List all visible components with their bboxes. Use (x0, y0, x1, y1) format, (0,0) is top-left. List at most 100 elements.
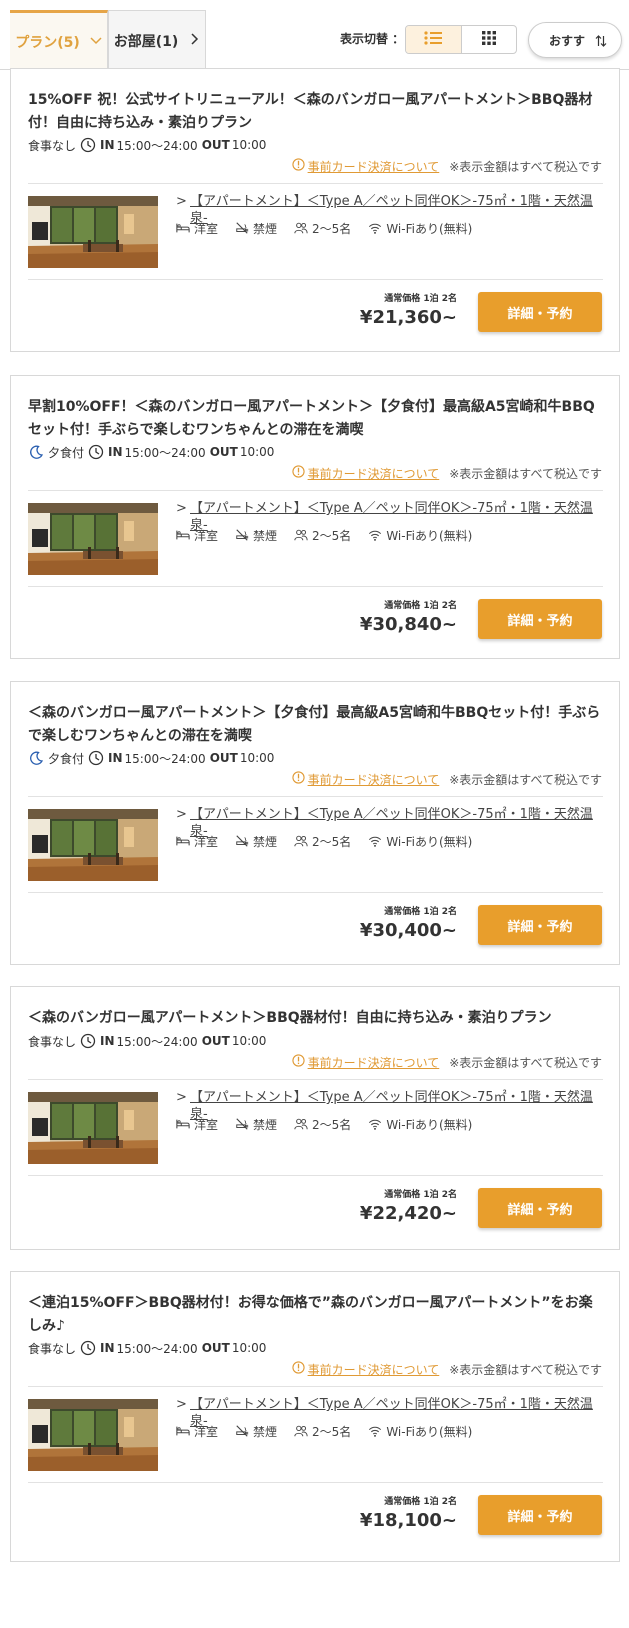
divider (28, 183, 603, 184)
smoking-policy: 禁煙 (253, 1424, 278, 1439)
moon-icon (28, 444, 44, 460)
room-thumbnail[interactable] (28, 1092, 158, 1164)
plan-meta: 食事なし IN 15:00～24:00 OUT 10:00 (28, 1031, 266, 1051)
no-smoking-icon (235, 528, 249, 542)
chevron-right-icon: > (176, 194, 187, 209)
plan-title[interactable]: 早割10%OFF！＜森のバンガロー風アパートメント＞【夕食付】最高級A5宮崎和牛… (28, 396, 603, 442)
wifi-info: Wi-Fiあり(無料) (386, 834, 473, 849)
plan-title[interactable]: ＜連泊15%OFF＞BBQ器材付！お得な価格で”森のバンガロー風アパートメント”… (28, 1292, 603, 1338)
room-features: 洋室 禁煙 2～5名 Wi-Fiあり(無料) (176, 1422, 472, 1440)
tax-note: ※表示金額はすべて税込です (449, 466, 602, 481)
meal-type: 食事なし (28, 1034, 77, 1049)
chevron-right-icon: > (176, 807, 187, 822)
chevron-right-icon: > (176, 1397, 187, 1412)
room-thumbnail[interactable] (28, 503, 158, 575)
wifi-icon (368, 221, 382, 235)
plan-title[interactable]: ＜森のバンガロー風アパートメント＞BBQ器材付！自由に持ち込み・素泊りプラン (28, 1007, 603, 1030)
grid-view-button[interactable] (460, 26, 516, 53)
price: ¥30,840~ (359, 614, 457, 635)
smoking-policy: 禁煙 (253, 1117, 278, 1132)
card-payment-link[interactable]: 事前カード決済について (308, 771, 440, 788)
moon-icon (28, 750, 44, 766)
checkout-label: OUT (209, 751, 238, 765)
card-payment-link[interactable]: 事前カード決済について (308, 158, 440, 175)
capacity: 2～5名 (312, 834, 352, 849)
tab-plans[interactable]: プラン(5) (10, 10, 108, 70)
checkin-label: IN (100, 138, 115, 152)
info-icon (291, 1361, 305, 1377)
wifi-info: Wi-Fiあり(無料) (386, 1424, 473, 1439)
plan-title[interactable]: 15%OFF 祝！公式サイトリニューアル！＜森のバンガロー風アパートメント＞BB… (28, 89, 603, 135)
book-button[interactable]: 詳細・予約 (478, 599, 602, 639)
checkout-label: OUT (201, 138, 230, 152)
room-thumbnail[interactable] (28, 196, 158, 268)
plan-meta: 食事なし IN 15:00～24:00 OUT 10:00 (28, 1338, 266, 1358)
view-switch-label: 表示切替 ： (340, 32, 405, 46)
room-features: 洋室 禁煙 2～5名 Wi-Fiあり(無料) (176, 1115, 472, 1133)
plan-title[interactable]: ＜森のバンガロー風アパートメント＞【夕食付】最高級A5宮崎和牛BBQセット付！手… (28, 702, 603, 748)
payment-notice: 事前カード決済について ※表示金額はすべて税込です (291, 770, 602, 788)
room-features: 洋室 禁煙 2～5名 Wi-Fiあり(無料) (176, 526, 472, 544)
book-button[interactable]: 詳細・予約 (478, 1495, 602, 1535)
room-thumbnail[interactable] (28, 1399, 158, 1471)
smoking-policy: 禁煙 (253, 221, 278, 236)
tax-note: ※表示金額はすべて税込です (449, 1362, 602, 1377)
people-icon (294, 1117, 308, 1131)
room-thumbnail[interactable] (28, 809, 158, 881)
checkout-time: 10:00 (239, 751, 275, 765)
no-smoking-icon (235, 1424, 249, 1438)
divider (28, 279, 603, 280)
price-label: 通常価格 1泊 2名 (384, 1497, 457, 1507)
room-features: 洋室 禁煙 2～5名 Wi-Fiあり(無料) (176, 219, 472, 237)
meal-type: 夕食付 (48, 445, 85, 460)
room-type: 洋室 (194, 528, 219, 543)
divider (28, 1175, 603, 1176)
tax-note: ※表示金額はすべて税込です (449, 772, 602, 787)
checkin-label: IN (108, 751, 123, 765)
info-icon (291, 158, 305, 174)
sort-button[interactable]: おすす (528, 22, 622, 58)
capacity: 2～5名 (312, 1424, 352, 1439)
checkin-time: 15:00～24:00 (124, 751, 206, 766)
checkin-label: IN (108, 445, 123, 459)
view-toggle (405, 25, 517, 54)
tab-plans-label: プラン(5) (15, 34, 80, 51)
room-features: 洋室 禁煙 2～5名 Wi-Fiあり(無料) (176, 832, 472, 850)
card-payment-link[interactable]: 事前カード決済について (308, 1054, 440, 1071)
plan-card: ＜連泊15%OFF＞BBQ器材付！お得な価格で”森のバンガロー風アパートメント”… (10, 1271, 620, 1562)
list-view-button[interactable] (406, 26, 461, 53)
checkout-time: 10:00 (231, 138, 267, 152)
people-icon (294, 1424, 308, 1438)
book-button[interactable]: 詳細・予約 (478, 905, 602, 945)
chevron-right-icon (188, 32, 200, 49)
card-payment-link[interactable]: 事前カード決済について (308, 465, 440, 482)
checkout-time: 10:00 (231, 1341, 267, 1355)
divider (28, 796, 603, 797)
info-icon (291, 771, 305, 787)
tab-rooms[interactable]: お部屋(1) (108, 10, 206, 70)
clock-icon (80, 137, 96, 153)
wifi-icon (368, 528, 382, 542)
card-payment-link[interactable]: 事前カード決済について (308, 1361, 440, 1378)
people-icon (294, 221, 308, 235)
people-icon (294, 528, 308, 542)
price: ¥30,400~ (359, 920, 457, 941)
book-button[interactable]: 詳細・予約 (478, 1188, 602, 1228)
smoking-policy: 禁煙 (253, 834, 278, 849)
grid-icon (481, 30, 496, 49)
no-smoking-icon (235, 834, 249, 848)
price-label: 通常価格 1泊 2名 (384, 294, 457, 304)
chevron-right-icon: > (176, 1090, 187, 1105)
room-type: 洋室 (194, 834, 219, 849)
checkin-time: 15:00～24:00 (124, 445, 206, 460)
wifi-info: Wi-Fiあり(無料) (386, 221, 473, 236)
bed-icon (176, 528, 190, 542)
book-button[interactable]: 詳細・予約 (478, 292, 602, 332)
bed-icon (176, 1424, 190, 1438)
divider (28, 1386, 603, 1387)
clock-icon (80, 1340, 96, 1356)
info-icon (291, 465, 305, 481)
wifi-icon (368, 834, 382, 848)
plan-card: ＜森のバンガロー風アパートメント＞【夕食付】最高級A5宮崎和牛BBQセット付！手… (10, 681, 620, 965)
divider (28, 586, 603, 587)
